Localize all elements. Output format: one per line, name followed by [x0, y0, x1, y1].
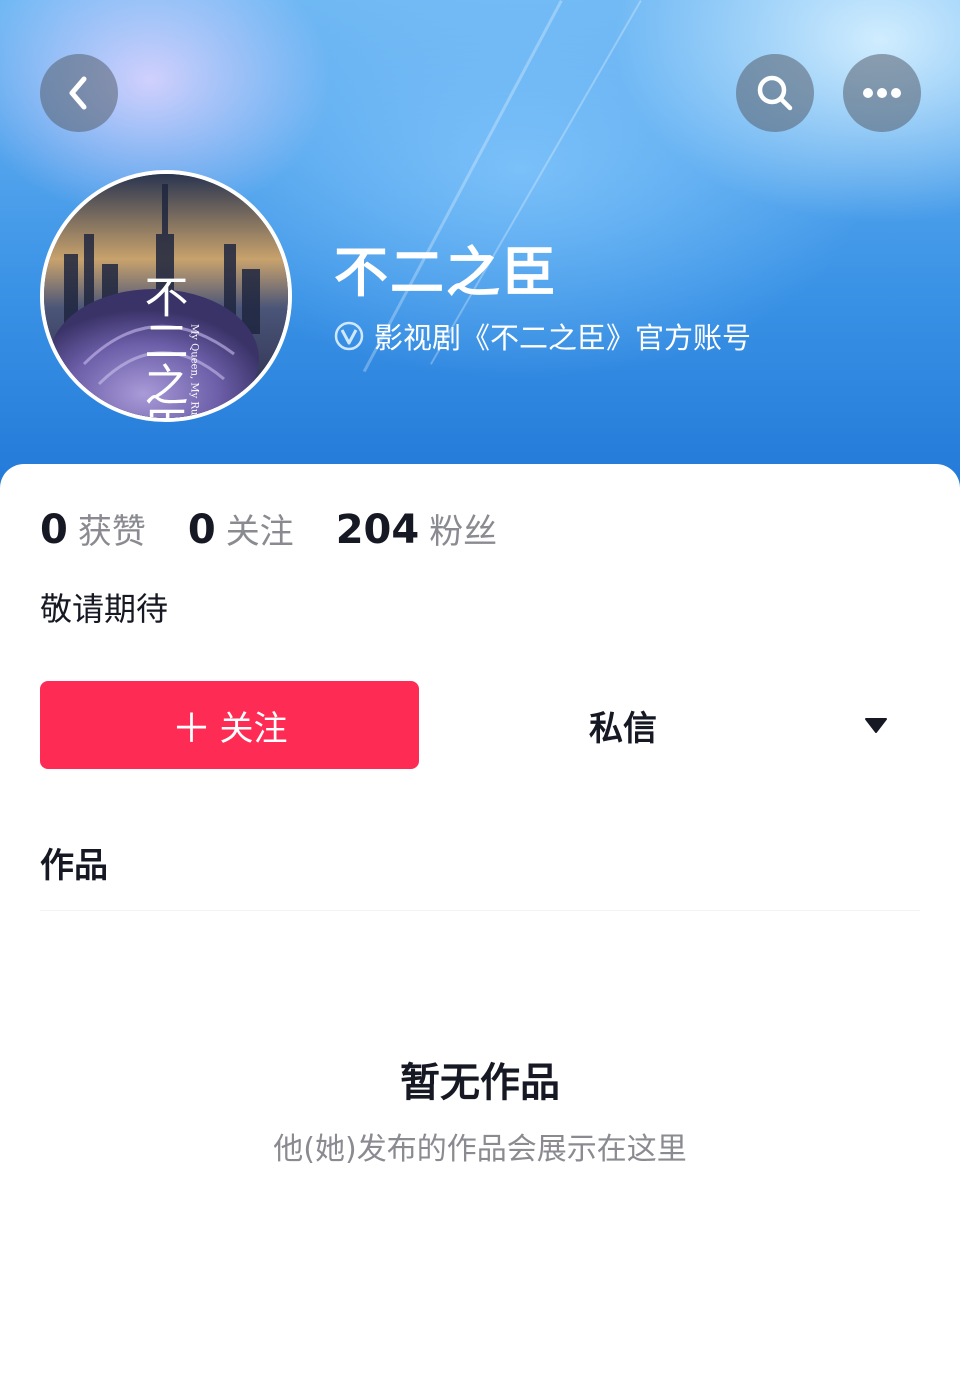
avatar-title: 不二之臣	[137, 274, 188, 418]
stat-following[interactable]: 0 关注	[188, 504, 294, 553]
tab-divider	[40, 910, 920, 911]
stat-followers-label: 粉丝	[429, 512, 498, 552]
stat-likes-label: 获赞	[77, 512, 146, 552]
chevron-left-icon	[69, 76, 87, 110]
verified-v-icon	[334, 321, 364, 351]
stat-likes-value: 0	[40, 507, 68, 553]
verification-line: 影视剧《不二之臣》官方账号	[334, 316, 751, 356]
message-button[interactable]: 私信	[430, 681, 816, 769]
plus-icon: ＋	[171, 706, 212, 752]
empty-state-subtitle: 他(她)发布的作品会展示在这里	[273, 1132, 687, 1167]
avatar-poster: 不二之臣 My Queen, My Rules	[44, 174, 288, 418]
stat-likes[interactable]: 0 获赞	[40, 504, 146, 553]
more-horizontal-icon	[863, 88, 901, 98]
more-actions-dropdown[interactable]	[850, 705, 902, 745]
profile-name: 不二之臣	[334, 241, 558, 304]
empty-state-title: 暂无作品	[400, 1060, 560, 1106]
profile-card: 0 获赞 0 关注 204 粉丝 敬请期待 ＋ 关注 私信 作品 暂无作品 他(…	[0, 464, 960, 1388]
stat-following-label: 关注	[225, 512, 294, 552]
stat-following-value: 0	[187, 507, 216, 553]
caret-down-icon	[865, 718, 887, 733]
message-button-label: 私信	[589, 708, 657, 749]
follow-button[interactable]: ＋ 关注	[40, 681, 419, 769]
follow-button-label: 关注	[219, 708, 288, 749]
back-button[interactable]	[40, 54, 118, 132]
more-button[interactable]	[843, 54, 921, 132]
stats-row: 0 获赞 0 关注 204 粉丝	[40, 504, 539, 553]
tab-works[interactable]: 作品	[40, 838, 108, 887]
verification-text: 影视剧《不二之臣》官方账号	[374, 321, 752, 355]
profile-header: 不二之臣 My Queen, My Rules 不二之臣 影视剧《不二之臣》官方…	[0, 0, 960, 520]
search-icon	[757, 75, 793, 111]
search-button[interactable]	[736, 54, 814, 132]
stat-followers-value: 204	[335, 507, 420, 553]
avatar-subtitle: My Queen, My Rules	[189, 324, 200, 418]
stat-followers[interactable]: 204 粉丝	[336, 504, 498, 553]
avatar[interactable]: 不二之臣 My Queen, My Rules	[40, 170, 292, 422]
profile-bio: 敬请期待	[40, 590, 169, 628]
